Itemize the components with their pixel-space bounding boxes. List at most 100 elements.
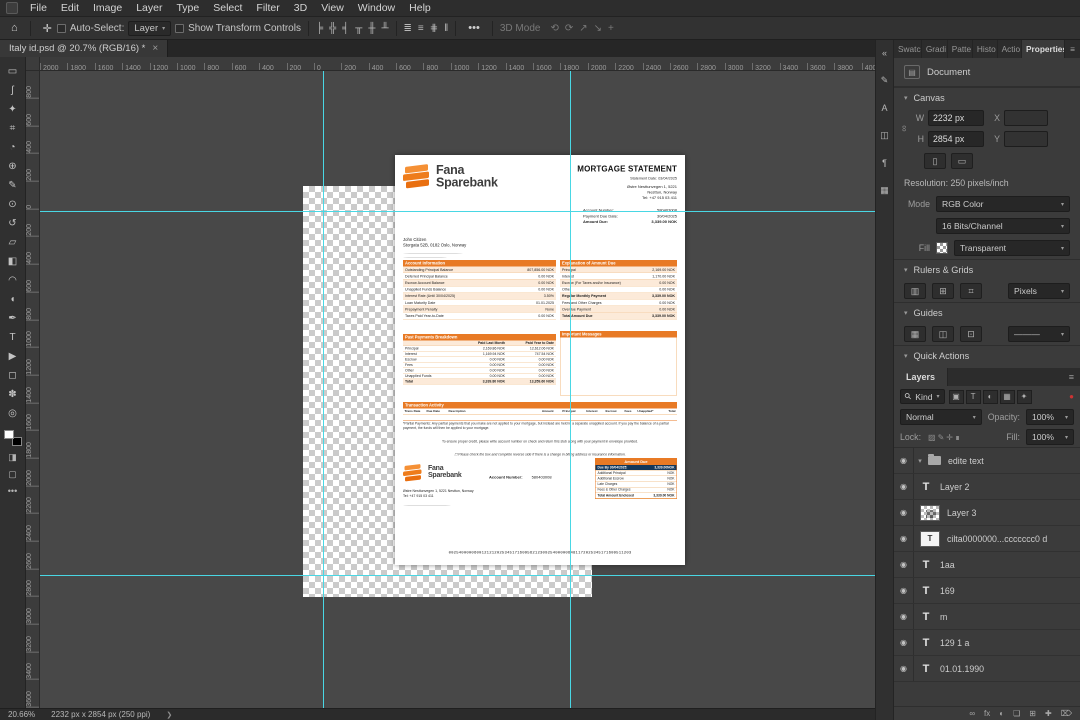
lock-icon[interactable]: ∎	[954, 433, 961, 442]
menu-item[interactable]: Edit	[54, 1, 86, 15]
tool-button[interactable]: ▶	[2, 347, 24, 366]
color-mode-dropdown[interactable]: RGB Color ▾	[936, 196, 1070, 212]
opacity-field[interactable]: 100% ▾	[1026, 409, 1074, 425]
tool-button[interactable]: ↺	[2, 214, 24, 233]
clear-guides-icon[interactable]: ⊡	[960, 326, 982, 342]
blend-mode-dropdown[interactable]: Normal ▾	[900, 409, 982, 425]
layer-name[interactable]: cilta0000000...ccccccc0 d	[945, 534, 1080, 544]
horizontal-guide[interactable]	[40, 575, 875, 576]
tool-button[interactable]: ʃ	[2, 81, 24, 100]
orientation-landscape-button[interactable]: ▭	[951, 153, 973, 169]
layers-action-icon[interactable]: ⌦	[1061, 709, 1072, 718]
panel-menu-icon[interactable]: ≡	[1069, 372, 1080, 382]
layers-action-icon[interactable]: ⊞	[1029, 709, 1036, 718]
y-field[interactable]	[1004, 131, 1048, 147]
menu-item[interactable]: File	[23, 1, 54, 15]
layer-row[interactable]: ◉ T cilta0000000...ccccccc0 d	[894, 526, 1080, 552]
layer-row[interactable]: ◉ Layer 3	[894, 500, 1080, 526]
status-chevron-icon[interactable]: ❯	[166, 711, 172, 719]
menu-item[interactable]: Layer	[129, 1, 169, 15]
fill-field[interactable]: 100% ▾	[1026, 429, 1074, 445]
close-icon[interactable]: ×	[152, 43, 158, 54]
filter-type-icon[interactable]: ▣	[948, 389, 964, 404]
tool-button[interactable]: ◧	[2, 252, 24, 271]
menu-item[interactable]: Select	[206, 1, 249, 15]
3d-mode-icon[interactable]: ↘	[594, 23, 602, 34]
auto-select-checkbox[interactable]	[56, 23, 66, 33]
panel-icon[interactable]: «	[882, 48, 887, 58]
layers-action-icon[interactable]: ∞	[969, 709, 975, 718]
width-field[interactable]: 2232 px	[928, 110, 984, 126]
toggle-guides-icon[interactable]: ▦	[904, 326, 926, 342]
canvas-section-header[interactable]: ▾ Canvas	[894, 87, 1080, 108]
layer-name[interactable]: 169	[938, 586, 1080, 596]
tab-gradients[interactable]: Gradi	[922, 40, 948, 58]
more-options-icon[interactable]: •••	[463, 22, 485, 34]
mortgage-statement-document[interactable]: Fana Sparebank MORTGAGE STATEMENT Statem…	[395, 155, 685, 565]
move-tool-icon[interactable]: ✛	[38, 22, 57, 35]
height-field[interactable]: 2854 px	[928, 131, 984, 147]
horizontal-guide[interactable]	[40, 211, 875, 212]
filter-type-icon[interactable]: ◐	[982, 389, 998, 404]
text-layer-thumbnail[interactable]: T	[920, 530, 940, 547]
layers-action-icon[interactable]: ❏	[1013, 709, 1020, 718]
menu-item[interactable]: Filter	[249, 1, 286, 15]
menu-item[interactable]: Window	[351, 1, 402, 15]
tool-button[interactable]: ⌗	[2, 119, 24, 138]
distribute-icon[interactable]: ⋕	[430, 23, 438, 34]
panel-icon[interactable]: ¶	[882, 158, 887, 168]
panel-icon[interactable]: A	[881, 103, 887, 113]
canvas-content[interactable]: Fana Sparebank MORTGAGE STATEMENT Statem…	[40, 71, 875, 708]
visibility-eye-icon[interactable]: ◉	[894, 552, 914, 577]
layers-action-icon[interactable]: ◐	[999, 709, 1004, 718]
align-icon[interactable]: ╨	[381, 23, 388, 34]
layer-thumbnail[interactable]	[920, 504, 940, 521]
home-icon[interactable]: ⌂	[6, 22, 23, 34]
vertical-guide[interactable]	[323, 71, 324, 708]
auto-select-target-dropdown[interactable]: Layer ▾	[128, 20, 172, 36]
tool-button[interactable]: ◖	[2, 290, 24, 309]
units-dropdown[interactable]: Pixels ▾	[1008, 283, 1070, 299]
edit-toolbar-icon[interactable]: •••	[8, 486, 17, 496]
panel-icon[interactable]: ✎	[881, 75, 889, 86]
panel-icon[interactable]: ▦	[880, 185, 889, 196]
tool-button[interactable]: ▭	[2, 62, 24, 81]
tool-button[interactable]: ◻	[2, 366, 24, 385]
distribute-icon[interactable]: ≣	[404, 23, 412, 34]
x-field[interactable]	[1004, 110, 1048, 126]
tab-patterns[interactable]: Patte	[948, 40, 973, 58]
layer-row[interactable]: ◉ T Layer 2	[894, 474, 1080, 500]
tool-button[interactable]: ◎	[2, 404, 24, 423]
layer-name[interactable]: m	[938, 612, 1080, 622]
layer-row[interactable]: ◉ T m	[894, 604, 1080, 630]
layer-name[interactable]: Layer 2	[938, 482, 1080, 492]
3d-mode-icon[interactable]: ↗	[579, 23, 587, 34]
quick-actions-section-header[interactable]: ▾ Quick Actions	[894, 345, 1080, 366]
layer-row[interactable]: ◉ T 1aa	[894, 552, 1080, 578]
layer-row[interactable]: ◉ T 01.01.1990	[894, 656, 1080, 682]
tool-button[interactable]: ⊙	[2, 195, 24, 214]
link-dimensions-icon[interactable]: ∞	[887, 124, 924, 134]
vertical-guide[interactable]	[570, 71, 571, 708]
document-tab[interactable]: Italy id.psd @ 20.7% (RGB/16) * ×	[0, 40, 169, 57]
lock-icon[interactable]: ✎	[937, 433, 946, 442]
ruler-vertical[interactable]: 800 600 400 200 0 200 400 600 800 1000 1200 1400 160…	[26, 71, 40, 708]
layer-row[interactable]: ◉ T 129 1 a	[894, 630, 1080, 656]
menu-item[interactable]: Help	[402, 1, 438, 15]
filter-toggle-icon[interactable]: ●	[1069, 392, 1074, 401]
snap-icon[interactable]: ⌗	[960, 283, 982, 299]
visibility-eye-icon[interactable]: ◉	[894, 656, 914, 681]
bit-depth-dropdown[interactable]: 16 Bits/Channel ▾	[936, 218, 1070, 234]
layer-name[interactable]: 01.01.1990	[938, 664, 1080, 674]
align-icon[interactable]: ╡	[342, 23, 349, 34]
tool-button[interactable]: ▱	[2, 233, 24, 252]
3d-mode-icon[interactable]: +	[608, 23, 614, 34]
color-swatches[interactable]	[3, 430, 22, 446]
tool-button[interactable]: ✒	[2, 309, 24, 328]
menu-item[interactable]: View	[314, 1, 351, 15]
toggle-grid-icon[interactable]: ⊞	[932, 283, 954, 299]
tab-history[interactable]: Histo	[973, 40, 998, 58]
visibility-eye-icon[interactable]: ◉	[894, 448, 914, 473]
tool-button[interactable]: T	[2, 328, 24, 347]
tool-button[interactable]: ⊕	[2, 157, 24, 176]
